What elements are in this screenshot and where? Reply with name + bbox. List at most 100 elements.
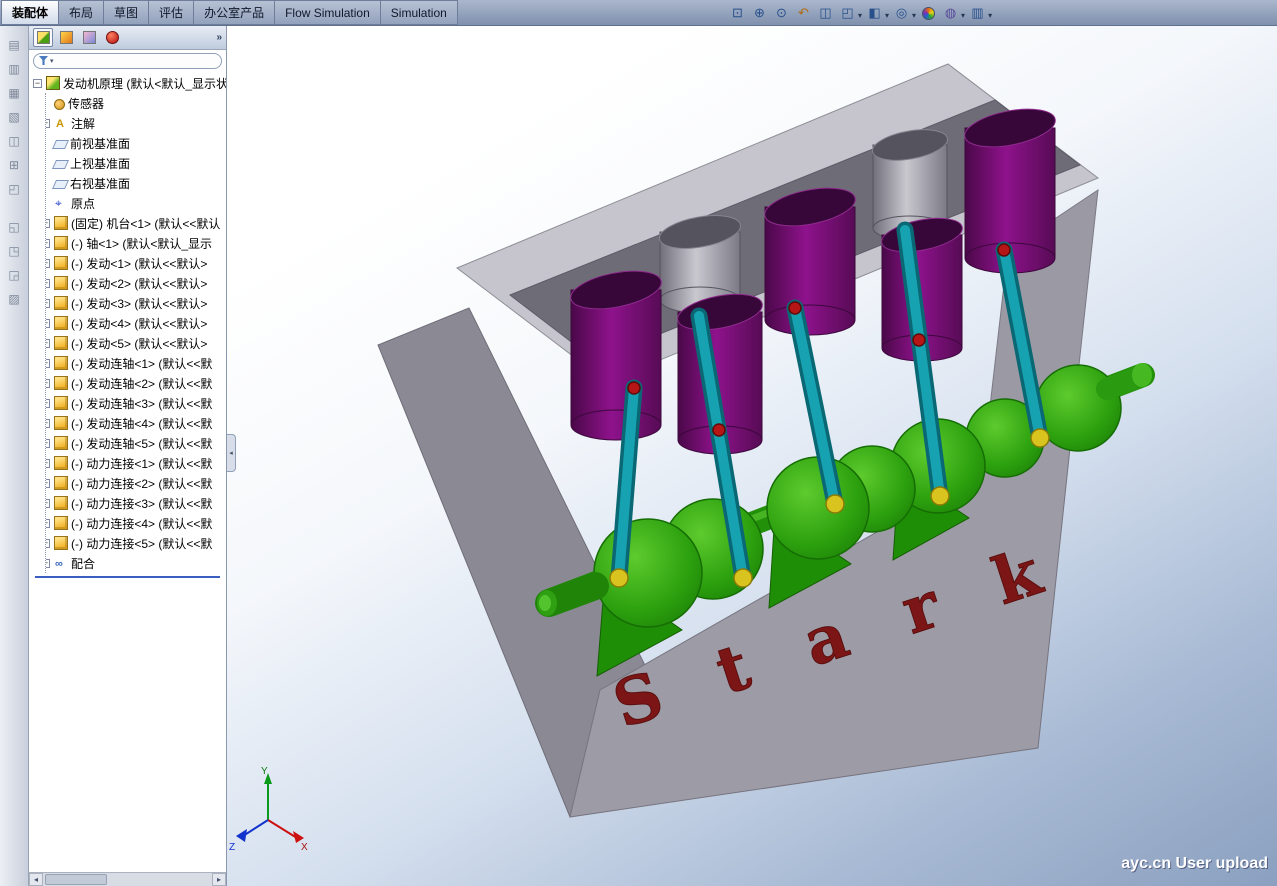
collapse-toggle[interactable]: −: [33, 79, 42, 88]
ribbon-tab[interactable]: 办公室产品: [193, 0, 275, 25]
tree-item[interactable]: +(-) 发动连轴<5> (默认<<默: [46, 433, 226, 453]
tree-item[interactable]: +(-) 发动<5> (默认<<默认>: [46, 333, 226, 353]
tree-item[interactable]: + (-) 发动<3> (默认<<默认>: [46, 293, 226, 313]
apply-scene-icon[interactable]: ◍: [941, 4, 960, 23]
expand-toggle[interactable]: +: [46, 339, 50, 348]
ribbon-tab[interactable]: Flow Simulation: [274, 0, 381, 25]
view-settings-icon-caret[interactable]: ▾: [988, 11, 992, 20]
filter-input[interactable]: ▾: [33, 53, 222, 69]
tree-item[interactable]: +(-) 发动连轴<3> (默认<<默: [46, 393, 226, 413]
ribbon-tab[interactable]: 装配体: [1, 0, 59, 25]
panel-horizontal-scrollbar[interactable]: ◂ ▸: [29, 872, 226, 886]
tree-item[interactable]: +(-) 发动连轴<1> (默认<<默: [46, 353, 226, 373]
edit-appearance-icon[interactable]: [919, 4, 938, 23]
tree-item[interactable]: 上视基准面: [46, 153, 226, 173]
tree-item[interactable]: +(-) 动力连接<3> (默认<<默: [46, 493, 226, 513]
left-toolbar-icon-6[interactable]: ⊞: [5, 155, 24, 174]
left-toolbar-icon-3[interactable]: ▦: [5, 83, 24, 102]
view-settings-icon[interactable]: ▥: [968, 4, 987, 23]
expand-toggle[interactable]: +: [46, 379, 50, 388]
display-style-icon[interactable]: ◧: [865, 4, 884, 23]
scroll-left-button[interactable]: ◂: [29, 873, 43, 886]
expand-toggle[interactable]: +: [46, 519, 50, 528]
expand-toggle[interactable]: +: [46, 319, 50, 328]
zoom-area-icon[interactable]: ⊙: [772, 4, 791, 23]
left-toolbar-icon-7[interactable]: ◰: [5, 179, 24, 198]
featuremanager-tab-icon: [37, 31, 50, 44]
tree-item[interactable]: 原点: [46, 193, 226, 213]
left-toolbar-icon-1[interactable]: ▤: [5, 35, 24, 54]
graphics-area[interactable]: ◂: [227, 26, 1277, 886]
expand-toggle[interactable]: +: [46, 119, 50, 128]
configurationmanager-tab[interactable]: [79, 28, 99, 47]
display-style-icon-caret[interactable]: ▾: [885, 11, 889, 20]
tree-item[interactable]: +注解: [46, 113, 226, 133]
featuremanager-tab[interactable]: [33, 28, 53, 47]
expand-toggle[interactable]: +: [46, 399, 50, 408]
tree-item[interactable]: +(-) 发动<2> (默认<<默认>: [46, 273, 226, 293]
thirdparty-manager-tab[interactable]: [102, 28, 122, 47]
panel-overflow-button[interactable]: »: [216, 32, 222, 43]
expand-toggle[interactable]: +: [46, 439, 50, 448]
left-toolbar-icon-5[interactable]: ◫: [5, 131, 24, 150]
left-toolbar-icon-9[interactable]: ◳: [5, 241, 24, 260]
expand-toggle[interactable]: +: [46, 259, 50, 268]
expand-toggle[interactable]: +: [46, 419, 50, 428]
tree-item[interactable]: 传感器: [46, 93, 226, 113]
apply-scene-icon-caret[interactable]: ▾: [961, 11, 965, 20]
tree-item[interactable]: +(-) 动力连接<2> (默认<<默: [46, 473, 226, 493]
expand-toggle[interactable]: +: [46, 279, 50, 288]
previous-view-icon[interactable]: ↶: [794, 4, 813, 23]
tree-item[interactable]: +配合: [46, 553, 226, 573]
expand-toggle[interactable]: +: [46, 559, 50, 568]
left-toolbar-icon-10[interactable]: ◲: [5, 265, 24, 284]
section-view-icon[interactable]: ◫: [816, 4, 835, 23]
tree-item[interactable]: 前视基准面: [46, 133, 226, 153]
tree-root-item[interactable]: − 发动机原理 (默认<默认_显示状: [33, 73, 226, 93]
left-toolbar-icon-11[interactable]: ▨: [5, 289, 24, 308]
left-toolbar-icon-8[interactable]: ◱: [5, 217, 24, 236]
view-orientation-icon-caret[interactable]: ▾: [858, 11, 862, 20]
ribbon-tab[interactable]: Simulation: [380, 0, 458, 25]
zoom-in-out-icon[interactable]: ⊕: [750, 4, 769, 23]
tree-item-label: (-) 发动连轴<2> (默认<<默: [71, 375, 212, 392]
tree-item[interactable]: +(-) 轴<1> (默认<默认_显示: [46, 233, 226, 253]
tree-item-label: 前视基准面: [70, 135, 130, 152]
scroll-thumb[interactable]: [45, 874, 107, 885]
ribbon-tab[interactable]: 评估: [148, 0, 194, 25]
expand-toggle[interactable]: +: [46, 239, 50, 248]
expand-toggle[interactable]: +: [46, 219, 50, 228]
scroll-right-button[interactable]: ▸: [212, 873, 226, 886]
tree-item[interactable]: + (-) 发动<1> (默认<<默认>: [46, 253, 226, 273]
tree-item[interactable]: + (-) 发动连轴<2> (默认<<默: [46, 373, 226, 393]
ribbon-tab[interactable]: 草图: [103, 0, 149, 25]
tree-item-label: (-) 发动<3> (默认<<默认>: [71, 295, 207, 312]
component-icon: [54, 456, 68, 470]
tree-item[interactable]: +(-) 发动<4> (默认<<默认>: [46, 313, 226, 333]
left-toolbar-icon-4[interactable]: ▧: [5, 107, 24, 126]
propertymanager-tab[interactable]: [56, 28, 76, 47]
tree-item[interactable]: +(-) 动力连接<4> (默认<<默: [46, 513, 226, 533]
expand-toggle[interactable]: +: [46, 299, 50, 308]
expand-toggle[interactable]: +: [46, 499, 50, 508]
expand-toggle[interactable]: +: [46, 359, 50, 368]
tree-item-label: (-) 发动<1> (默认<<默认>: [71, 255, 207, 272]
view-orientation-icon[interactable]: ◰: [838, 4, 857, 23]
expand-toggle[interactable]: +: [46, 479, 50, 488]
component-icon: [54, 516, 68, 530]
tree-item[interactable]: 右视基准面: [46, 173, 226, 193]
tree-item[interactable]: +(-) 动力连接<1> (默认<<默: [46, 453, 226, 473]
scroll-track[interactable]: [43, 873, 212, 886]
hide-show-items-icon[interactable]: ◎: [892, 4, 911, 23]
zoom-fit-icon[interactable]: ⊡: [728, 4, 747, 23]
panel-collapse-handle[interactable]: ◂: [227, 434, 236, 472]
expand-toggle[interactable]: +: [46, 459, 50, 468]
tree-item[interactable]: +(-) 动力连接<5> (默认<<默: [46, 533, 226, 553]
tree-item[interactable]: +(固定) 机台<1> (默认<<默认: [46, 213, 226, 233]
expand-toggle[interactable]: +: [46, 539, 50, 548]
tree-item[interactable]: +(-) 发动连轴<4> (默认<<默: [46, 413, 226, 433]
hide-show-items-icon-caret[interactable]: ▾: [912, 11, 916, 20]
component-icon: [54, 436, 68, 450]
ribbon-tab[interactable]: 布局: [58, 0, 104, 25]
left-toolbar-icon-2[interactable]: ▥: [5, 59, 24, 78]
